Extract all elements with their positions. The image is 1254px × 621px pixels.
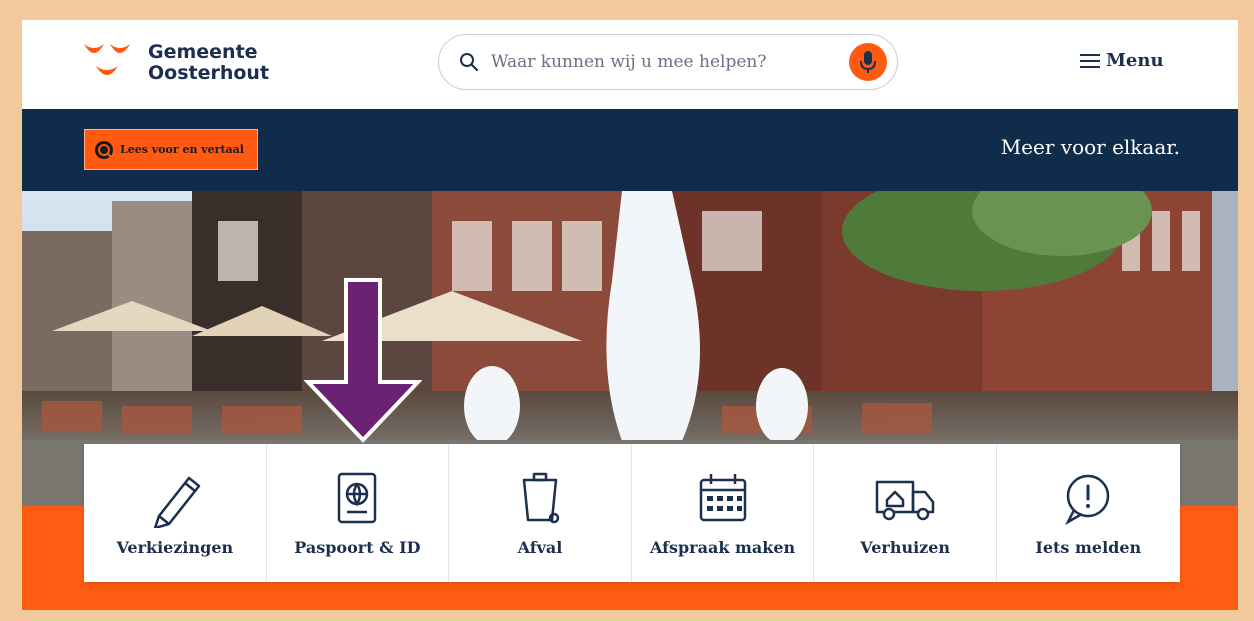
card-label: Afspraak maken: [649, 538, 796, 557]
search-input[interactable]: [489, 51, 843, 73]
card-verkiezingen[interactable]: Verkiezingen: [84, 444, 267, 582]
read-button-label: Lees voor en vertaal: [120, 143, 244, 156]
trash-bin-icon: [522, 472, 560, 524]
moving-truck-icon: [875, 480, 935, 521]
pencil-icon: [153, 476, 201, 528]
voice-search-button[interactable]: [849, 43, 887, 81]
hamburger-icon: [1080, 53, 1100, 68]
card-label: Afval: [517, 538, 563, 557]
site-header: Gemeente Oosterhout Menu: [22, 20, 1238, 109]
page-frame: Gemeente Oosterhout Menu: [22, 20, 1238, 610]
alert-bubble-icon: [1065, 474, 1110, 526]
card-paspoort-id[interactable]: Paspoort & ID: [267, 444, 450, 582]
logo-mark-icon: [82, 40, 134, 86]
hero-image: [22, 191, 1238, 477]
card-afspraak-maken[interactable]: Afspraak maken: [632, 444, 815, 582]
calendar-icon: [699, 474, 746, 522]
card-iets-melden[interactable]: Iets melden: [997, 444, 1180, 582]
site-logo[interactable]: Gemeente Oosterhout: [82, 38, 269, 88]
card-verhuizen[interactable]: Verhuizen: [814, 444, 997, 582]
card-afval[interactable]: Afval: [449, 444, 632, 582]
menu-button[interactable]: Menu: [1080, 50, 1164, 71]
card-label: Verkiezingen: [116, 538, 234, 557]
quick-links: Verkiezingen Paspoort & ID Afval Afspraa…: [84, 444, 1180, 582]
speech-bubble-icon: [95, 140, 113, 159]
menu-label: Menu: [1106, 50, 1164, 71]
card-label: Iets melden: [1035, 538, 1142, 557]
card-label: Verhuizen: [860, 538, 951, 557]
logo-line-2: Oosterhout: [148, 62, 270, 84]
passport-icon: [338, 472, 377, 524]
search-box: [438, 34, 898, 90]
logo-line-1: Gemeente: [148, 41, 258, 63]
info-bar: Lees voor en vertaal Meer voor elkaar.: [22, 109, 1238, 191]
slogan: Meer voor elkaar.: [1000, 135, 1180, 159]
microphone-icon: [860, 51, 876, 73]
card-label: Paspoort & ID: [294, 538, 421, 557]
read-aloud-translate-button[interactable]: Lees voor en vertaal: [84, 129, 258, 170]
search-icon: [460, 53, 479, 72]
logo-text: Gemeente Oosterhout: [148, 42, 269, 84]
down-arrow-icon: [304, 278, 422, 443]
